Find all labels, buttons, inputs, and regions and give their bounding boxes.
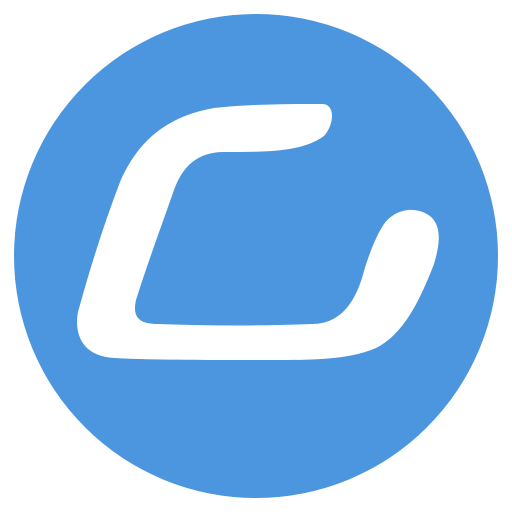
c-letter-logo-icon [14,14,498,498]
app-icon-canvas [0,0,512,512]
